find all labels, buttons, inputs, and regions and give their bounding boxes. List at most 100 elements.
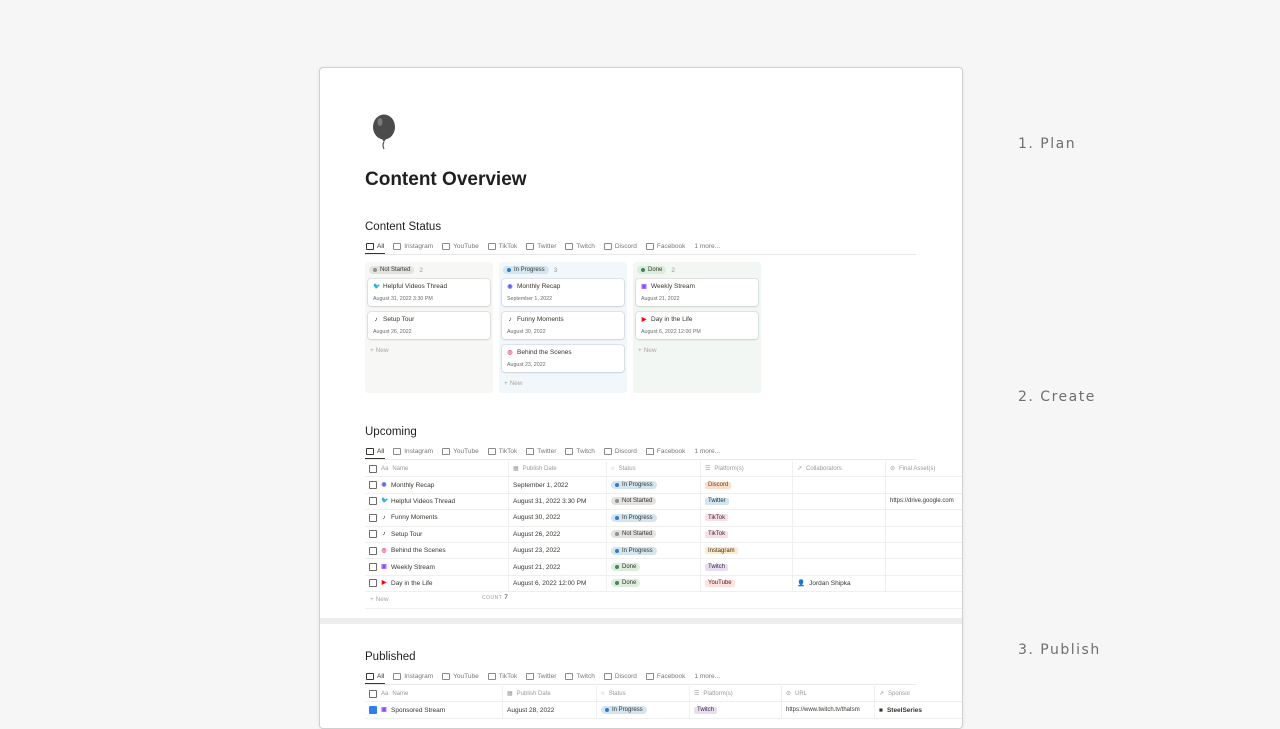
status-pill[interactable]: Not Started: [369, 266, 415, 274]
name-cell[interactable]: ◎ Behind the Scenes: [365, 542, 509, 559]
collaborators-cell[interactable]: [793, 477, 886, 493]
tab-all[interactable]: All: [365, 670, 386, 684]
column-header[interactable]: ○ Status: [607, 461, 701, 477]
balloon-icon[interactable]: [369, 114, 399, 150]
column-header[interactable]: ⊘ Final Asset(s): [886, 461, 962, 476]
platform-tag[interactable]: YouTube: [705, 579, 735, 587]
status-cell[interactable]: Not Started: [607, 526, 701, 542]
status-cell[interactable]: Done: [607, 559, 701, 575]
row-checkbox[interactable]: [369, 706, 377, 715]
status-pill[interactable]: Done: [611, 579, 641, 588]
column-header[interactable]: Aa Name: [365, 461, 509, 477]
status-pill[interactable]: In Progress: [503, 266, 549, 274]
status-cell[interactable]: In Progress: [607, 542, 701, 559]
page-title[interactable]: Content Overview: [365, 169, 527, 191]
board-card[interactable]: ♪ Setup Tour August 26, 2022: [368, 312, 490, 339]
sponsor-cell[interactable]: ■ SteelSeries: [875, 702, 962, 717]
collaborators-cell[interactable]: [793, 493, 886, 510]
tab-discord[interactable]: Discord: [603, 670, 638, 683]
row-checkbox[interactable]: [369, 579, 377, 588]
date-cell[interactable]: September 1, 2022: [509, 477, 607, 493]
platform-cell[interactable]: TikTok: [701, 510, 793, 526]
tab-facebook[interactable]: Facebook: [645, 445, 687, 458]
board-card[interactable]: ♪ Funny Moments August 30, 2022: [502, 312, 624, 339]
name-cell[interactable]: ♪ Setup Tour: [365, 526, 509, 542]
tab-1-more-[interactable]: 1 more...: [693, 445, 721, 458]
table-row[interactable]: ◉ Monthly Recap September 1, 2022 In Progre…: [365, 477, 962, 494]
status-pill[interactable]: Not Started: [611, 530, 657, 539]
tab-instagram[interactable]: Instagram: [392, 445, 434, 458]
board-card[interactable]: ◉ Monthly Recap September 1, 2022: [502, 279, 624, 306]
row-checkbox[interactable]: [369, 546, 377, 555]
platform-cell[interactable]: Twitch: [690, 702, 782, 718]
tab-youtube[interactable]: YouTube: [441, 240, 480, 253]
final-assets-cell[interactable]: [886, 477, 962, 492]
date-cell[interactable]: August 31, 2022 3:30 PM: [509, 493, 607, 510]
platform-cell[interactable]: Instagram: [701, 542, 793, 559]
name-cell[interactable]: ▶ Day in the Life: [365, 575, 509, 592]
column-header[interactable]: ☰ Platform(s): [690, 686, 782, 702]
tab-instagram[interactable]: Instagram: [392, 670, 434, 683]
name-cell[interactable]: 🐦 Helpful Videos Thread: [365, 493, 509, 510]
board-card[interactable]: 🐦 Helpful Videos Thread August 31, 2022 3:…: [368, 279, 490, 306]
final-assets-cell[interactable]: https://drive.google.com: [886, 494, 962, 509]
status-cell[interactable]: In Progress: [607, 477, 701, 493]
column-header[interactable]: ↗ Sponsor: [875, 686, 962, 701]
row-checkbox[interactable]: [369, 513, 377, 522]
platform-tag[interactable]: Twitch: [705, 563, 729, 571]
name-cell[interactable]: ♪ Funny Moments: [365, 510, 509, 526]
table-row[interactable]: ♪ Funny Moments August 30, 2022 In Progress…: [365, 510, 962, 527]
collaborators-cell[interactable]: [793, 526, 886, 542]
final-assets-cell[interactable]: [886, 527, 962, 542]
select-all-checkbox[interactable]: [369, 689, 377, 698]
final-assets-cell[interactable]: [886, 576, 962, 591]
row-checkbox[interactable]: [369, 481, 377, 490]
platform-tag[interactable]: Discord: [705, 481, 732, 489]
tab-all[interactable]: All: [365, 445, 386, 459]
column-header[interactable]: Aa Name: [365, 686, 503, 702]
status-cell[interactable]: In Progress: [607, 510, 701, 526]
platform-tag[interactable]: Twitter: [705, 497, 729, 505]
platform-cell[interactable]: Twitter: [701, 493, 793, 510]
table-row[interactable]: ♪ Setup Tour August 26, 2022 Not Started Tik…: [365, 526, 962, 543]
tab-1-more-[interactable]: 1 more...: [693, 670, 721, 683]
tab-discord[interactable]: Discord: [603, 445, 638, 458]
tab-twitter[interactable]: Twitter: [525, 445, 557, 458]
tab-tiktok[interactable]: TikTok: [487, 670, 519, 683]
column-header[interactable]: ▦ Publish Date: [503, 686, 597, 702]
column-header[interactable]: ⊘ URL: [782, 686, 875, 702]
table-row[interactable]: 🐦 Helpful Videos Thread August 31, 2022 3:…: [365, 493, 962, 511]
status-cell[interactable]: Not Started: [607, 493, 701, 510]
tab-tiktok[interactable]: TikTok: [487, 240, 519, 253]
content-status-title[interactable]: Content Status: [365, 221, 441, 233]
status-pill[interactable]: In Progress: [611, 481, 657, 490]
collaborators-cell[interactable]: [793, 559, 886, 575]
tab-twitter[interactable]: Twitter: [525, 670, 557, 683]
platform-cell[interactable]: Discord: [701, 477, 793, 493]
tab-twitch[interactable]: Twitch: [564, 670, 595, 683]
row-checkbox[interactable]: [369, 497, 377, 506]
table-row[interactable]: ▣ Sponsored Stream August 28, 2022 In Progr…: [365, 702, 962, 719]
column-header[interactable]: ▦ Publish Date: [509, 461, 607, 477]
url-cell[interactable]: https://www.twitch.tv/thatsm: [782, 702, 875, 718]
table-row[interactable]: ◎ Behind the Scenes August 23, 2022 In Prog…: [365, 542, 962, 560]
new-row-button[interactable]: + New: [365, 592, 962, 609]
status-pill[interactable]: In Progress: [601, 706, 647, 715]
tab-1-more-[interactable]: 1 more...: [693, 240, 721, 253]
platform-tag[interactable]: TikTok: [705, 530, 729, 538]
upcoming-title[interactable]: Upcoming: [365, 426, 417, 438]
platform-tag[interactable]: TikTok: [705, 514, 729, 522]
name-cell[interactable]: ◉ Monthly Recap: [365, 477, 509, 493]
tab-facebook[interactable]: Facebook: [645, 240, 687, 253]
tab-tiktok[interactable]: TikTok: [487, 445, 519, 458]
platform-tag[interactable]: Instagram: [705, 547, 738, 555]
tab-discord[interactable]: Discord: [603, 240, 638, 253]
platform-cell[interactable]: Twitch: [701, 559, 793, 575]
final-assets-cell[interactable]: [886, 510, 962, 525]
tab-all[interactable]: All: [365, 240, 386, 254]
column-header[interactable]: ↗ Collaborators: [793, 461, 886, 477]
published-title[interactable]: Published: [365, 651, 416, 663]
tab-twitch[interactable]: Twitch: [564, 240, 595, 253]
date-cell[interactable]: August 23, 2022: [509, 542, 607, 559]
final-assets-cell[interactable]: [886, 559, 962, 574]
